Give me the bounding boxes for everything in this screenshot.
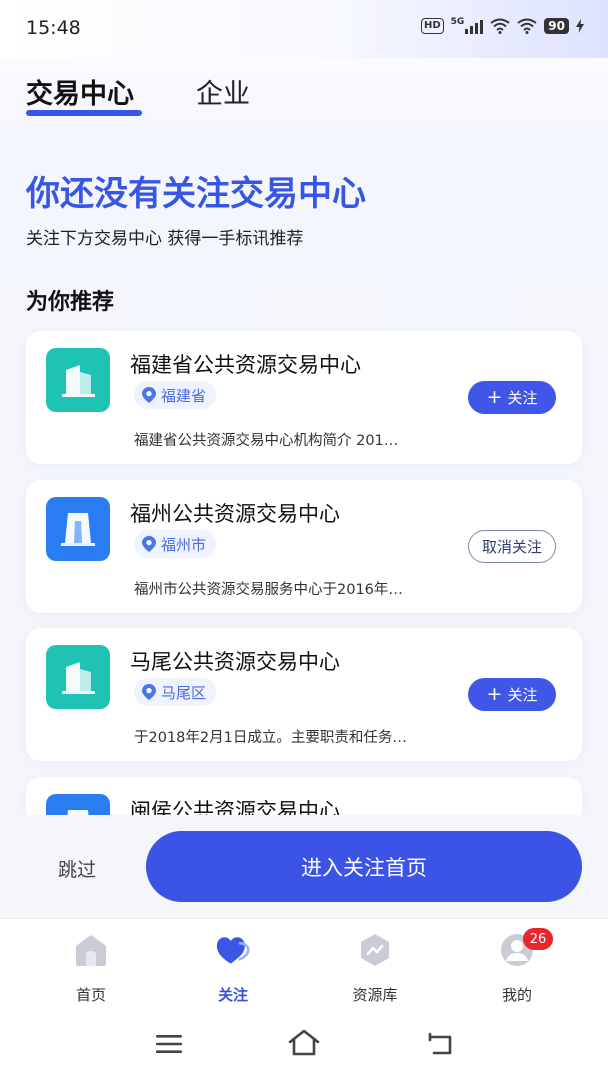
nav-label: 资源库: [352, 986, 398, 1004]
battery-icon: 90: [544, 18, 569, 34]
card-title: 马尾公共资源交易中心: [130, 650, 340, 674]
unfollow-button[interactable]: 取消关注: [468, 530, 556, 563]
card-description: 于2018年2月1日成立。主要职责和任务…: [134, 730, 407, 746]
skip-button[interactable]: 跳过: [58, 855, 96, 882]
tab-enterprise[interactable]: 企业: [196, 72, 250, 111]
status-bar: 15:48 HD 5G 90: [0, 0, 608, 58]
status-time: 15:48: [26, 17, 81, 39]
section-title: 为你推荐: [26, 290, 115, 315]
location-tag: 福建省: [134, 381, 217, 409]
follow-button-label: 关注: [507, 389, 538, 407]
nav-item-mine[interactable]: 26 我的: [467, 928, 567, 1004]
nav-item-follow[interactable]: 关注: [183, 933, 283, 1004]
page-headline: 你还没有关注交易中心: [26, 174, 366, 214]
cellular-signal-icon: 5G: [451, 18, 484, 34]
nav-item-resource-library[interactable]: 资源库: [325, 933, 425, 1004]
wifi-icon: [517, 18, 537, 34]
bottom-action-panel: 跳过 进入关注首页: [0, 815, 608, 918]
location-text: 福建省: [161, 386, 207, 405]
status-icons: HD 5G 90: [420, 18, 584, 34]
follow-button[interactable]: + 关注: [468, 381, 556, 414]
nav-item-home[interactable]: 首页: [41, 933, 141, 1004]
location-text: 马尾区: [161, 683, 207, 702]
menu-icon[interactable]: [155, 1033, 183, 1055]
building-icon: [46, 348, 110, 412]
building-icon: [46, 645, 110, 709]
location-pin-icon: [142, 387, 156, 403]
plus-icon: +: [486, 683, 503, 705]
nav-label: 首页: [75, 986, 106, 1004]
follow-button[interactable]: + 关注: [468, 678, 556, 711]
location-pin-icon: [142, 684, 156, 700]
bottom-nav: 首页 关注 资源库 26 我的: [0, 918, 608, 1010]
location-pin-icon: [142, 536, 156, 552]
trading-center-card[interactable]: 福州公共资源交易中心 福州市 福州市公共资源交易服务中心于2016年… 取消关注: [26, 480, 582, 613]
card-description: 福州市公共资源交易服务中心于2016年…: [134, 582, 403, 598]
location-text: 福州市: [161, 535, 207, 554]
home-icon: [76, 935, 106, 966]
nav-label: 我的: [501, 986, 532, 1004]
building-icon: [46, 497, 110, 561]
system-nav-bar: [0, 1010, 608, 1080]
charging-icon: [576, 19, 584, 33]
resource-icon: [361, 934, 389, 966]
home-nav-icon[interactable]: [287, 1029, 321, 1057]
tab-trading-center[interactable]: 交易中心: [26, 72, 134, 111]
wifi-calling-icon: [490, 18, 510, 34]
hd-icon: HD: [420, 18, 444, 34]
notification-badge: 26: [523, 928, 553, 950]
card-title: 福建省公共资源交易中心: [130, 353, 361, 377]
tab-active-indicator: [26, 110, 142, 116]
card-title: 福州公共资源交易中心: [130, 502, 340, 526]
plus-icon: +: [486, 386, 503, 408]
trading-center-card[interactable]: 福建省公共资源交易中心 福建省 福建省公共资源交易中心机构简介 201… + 关…: [26, 331, 582, 464]
enter-follow-home-button[interactable]: 进入关注首页: [146, 831, 582, 902]
heart-icon: [216, 937, 250, 964]
follow-button-label: 关注: [507, 686, 538, 704]
location-tag: 马尾区: [134, 678, 217, 706]
trading-center-card[interactable]: 马尾公共资源交易中心 马尾区 于2018年2月1日成立。主要职责和任务… + 关…: [26, 628, 582, 761]
location-tag: 福州市: [134, 530, 217, 558]
page-subline: 关注下方交易中心 获得一手标讯推荐: [26, 229, 304, 249]
back-icon[interactable]: [425, 1031, 455, 1057]
nav-label: 关注: [217, 986, 248, 1004]
card-description: 福建省公共资源交易中心机构简介 201…: [134, 433, 399, 449]
